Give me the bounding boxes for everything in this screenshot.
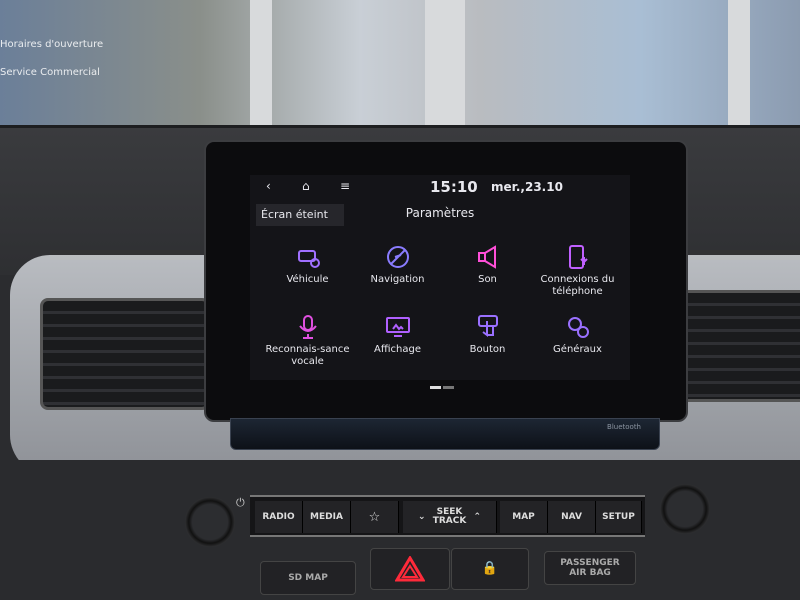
bluetooth-label: Bluetooth: [607, 423, 641, 431]
setup-button[interactable]: SETUP: [596, 501, 642, 533]
chevron-up-icon: ⌃: [473, 511, 482, 522]
window-frame: [250, 0, 272, 135]
sign-line: Service Commercial: [0, 67, 100, 78]
left-air-vent[interactable]: [40, 298, 210, 410]
chevron-down-icon: ⌄: [417, 511, 426, 522]
seek-track-label: SEEK TRACK: [432, 507, 467, 526]
screen-off-button[interactable]: Écran éteint: [256, 204, 344, 226]
control-panel: RADIO MEDIA ☆ ⌄ SEEK TRACK ⌃ MAP NAV SET…: [250, 495, 645, 537]
display-icon: [385, 317, 410, 337]
settings-item-car-gear[interactable]: Véhicule: [260, 245, 355, 286]
sign-line: Horaires d'ouverture: [0, 39, 104, 50]
settings-item-label: Reconnais-sance vocale: [265, 344, 350, 367]
sd-map-button[interactable]: SD MAP: [260, 561, 356, 595]
passenger-airbag-indicator: PASSENGER AIR BAG: [544, 551, 636, 585]
clock: 15:10: [430, 178, 478, 196]
favorite-button[interactable]: ☆: [351, 501, 399, 533]
settings-item-phone-connection[interactable]: Connexions du téléphone: [530, 245, 625, 298]
back-icon[interactable]: ‹: [266, 179, 271, 193]
settings-item-speaker[interactable]: Son: [440, 245, 535, 286]
settings-item-button-press[interactable]: Bouton: [440, 315, 535, 356]
settings-item-compass[interactable]: Navigation: [350, 245, 445, 286]
settings-item-label: Généraux: [553, 344, 602, 355]
phone-connection-icon: [568, 245, 588, 269]
volume-knob[interactable]: [185, 497, 235, 547]
settings-item-label: Véhicule: [286, 274, 329, 285]
page-indicator: [430, 374, 456, 389]
hazard-button[interactable]: [370, 548, 450, 590]
window-frame: [728, 0, 750, 135]
map-button[interactable]: MAP: [500, 501, 548, 533]
right-air-vent[interactable]: [672, 290, 800, 402]
compass-icon: [386, 246, 409, 268]
button-press-icon: [477, 315, 498, 337]
settings-item-microphone[interactable]: Reconnais-sance vocale: [260, 315, 355, 368]
settings-item-label: Bouton: [469, 344, 506, 355]
seek-track-button[interactable]: ⌄ SEEK TRACK ⌃: [403, 501, 497, 533]
page-dot-active: [430, 386, 441, 389]
settings-item-label: Son: [478, 274, 497, 285]
infotainment-screen: ‹ ⌂ ≡ 15:10 mer.,23.10 Paramètres Écran …: [250, 175, 630, 389]
speaker-icon: [477, 245, 496, 269]
car-gear-icon: [297, 250, 320, 268]
microphone-icon: [298, 315, 317, 339]
date: mer.,23.10: [491, 180, 563, 194]
bezel-bar: Bluetooth: [230, 418, 660, 450]
tune-knob[interactable]: [660, 484, 710, 534]
nav-button[interactable]: NAV: [548, 501, 596, 533]
door-lock-button[interactable]: 🔒: [451, 548, 529, 590]
menu-icon[interactable]: ≡: [340, 179, 350, 193]
radio-button[interactable]: RADIO: [255, 501, 303, 533]
gears-icon: [567, 317, 589, 338]
window-frame: [425, 0, 465, 135]
settings-item-gears[interactable]: Généraux: [530, 315, 625, 356]
settings-item-label: Connexions du téléphone: [540, 274, 615, 297]
page-dot: [443, 386, 454, 389]
settings-item-label: Affichage: [374, 344, 421, 355]
media-button[interactable]: MEDIA: [303, 501, 351, 533]
power-icon: ⏻: [236, 496, 245, 509]
settings-item-display[interactable]: Affichage: [350, 315, 445, 356]
hazard-triangle-icon: [395, 556, 425, 582]
home-icon[interactable]: ⌂: [302, 179, 310, 193]
settings-item-label: Navigation: [370, 274, 425, 285]
window-sign: Horaires d'ouverture Service Commercial: [0, 38, 103, 80]
showroom-window: Horaires d'ouverture Service Commercial: [0, 0, 800, 135]
